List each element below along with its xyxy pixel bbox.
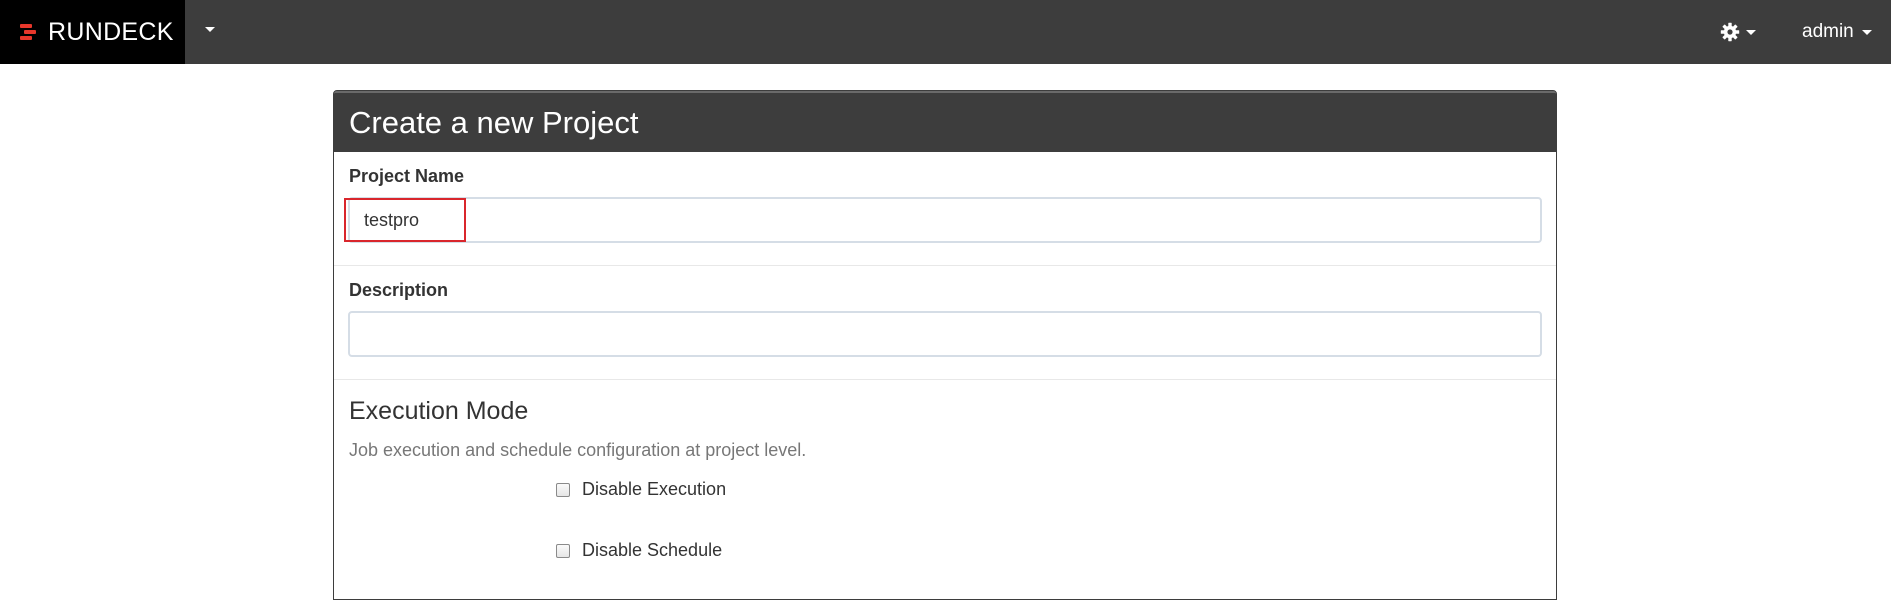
project-name-input[interactable] bbox=[348, 197, 1542, 243]
description-group: Description bbox=[334, 266, 1556, 380]
description-label: Description bbox=[349, 280, 449, 300]
project-menu-caret-icon[interactable] bbox=[205, 27, 215, 32]
panel-title: Create a new Project bbox=[334, 91, 1556, 152]
user-menu[interactable]: admin bbox=[1802, 18, 1872, 46]
project-name-group: Project Name bbox=[334, 152, 1556, 266]
description-input[interactable] bbox=[348, 311, 1542, 357]
brand-name: RUNDECK bbox=[48, 17, 174, 46]
top-navbar: RUNDECK admin bbox=[0, 0, 1891, 64]
checkbox-icon[interactable] bbox=[556, 543, 570, 558]
project-name-label: Project Name bbox=[349, 166, 465, 186]
brand-link[interactable]: RUNDECK bbox=[0, 0, 185, 64]
gear-icon bbox=[1720, 22, 1740, 42]
chevron-down-icon bbox=[1746, 29, 1756, 35]
rundeck-logo-icon bbox=[18, 22, 38, 42]
disable-execution-label: Disable Execution bbox=[582, 479, 727, 499]
execution-mode-title: Execution Mode bbox=[349, 397, 529, 425]
settings-menu[interactable] bbox=[1720, 18, 1756, 46]
execution-mode-group: Execution Mode Job execution and schedul… bbox=[334, 380, 1556, 599]
disable-schedule-checkbox[interactable]: Disable Schedule bbox=[556, 540, 722, 561]
disable-schedule-label: Disable Schedule bbox=[582, 540, 723, 560]
create-project-panel: Create a new Project Project Name Descri… bbox=[333, 90, 1557, 600]
disable-execution-checkbox[interactable]: Disable Execution bbox=[556, 479, 726, 500]
execution-mode-help: Job execution and schedule configuration… bbox=[349, 440, 807, 460]
chevron-down-icon bbox=[1861, 29, 1872, 35]
checkbox-icon[interactable] bbox=[556, 482, 570, 497]
user-name: admin bbox=[1802, 21, 1854, 42]
